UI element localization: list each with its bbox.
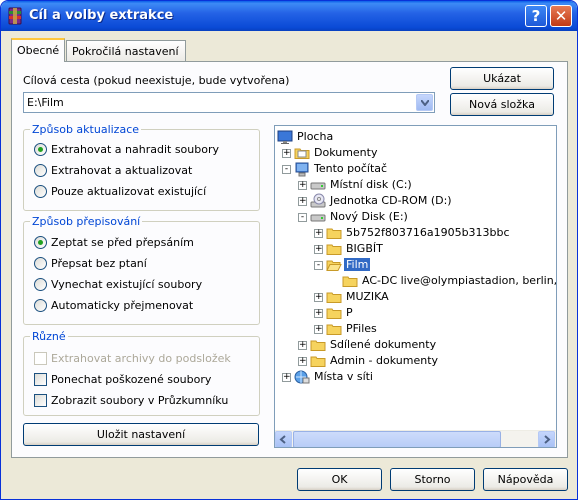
checkbox[interactable]: [34, 394, 47, 407]
collapse-icon[interactable]: -: [282, 165, 291, 174]
save-settings-button[interactable]: Uložit nastavení: [23, 423, 259, 446]
radio-button[interactable]: [34, 143, 47, 156]
folder-icon: [294, 148, 310, 159]
network-icon: [294, 370, 310, 384]
radio-button[interactable]: [34, 257, 47, 270]
tree-item-label: Film: [344, 258, 371, 271]
folder-icon: [326, 228, 342, 239]
window-title: Cíl a volby extrakce: [29, 8, 174, 23]
folder-open-icon: [326, 260, 342, 271]
expand-icon[interactable]: +: [298, 197, 307, 206]
folder-icon: [326, 292, 342, 303]
tree-item-label: PFiles: [346, 322, 377, 335]
tab-general[interactable]: Obecné: [11, 38, 65, 62]
radio-label: Vynechat existující soubory: [51, 278, 203, 291]
tree-item-label: Nový Disk (E:): [330, 210, 408, 223]
expand-icon[interactable]: +: [314, 309, 323, 318]
tree-item-label: P: [346, 306, 353, 319]
tree-item-label: MUZIKA: [346, 290, 389, 303]
horizontal-scrollbar[interactable]: [275, 430, 556, 447]
scrollbar-thumb[interactable]: [293, 431, 501, 447]
expand-icon[interactable]: +: [298, 357, 307, 366]
checkbox[interactable]: [34, 373, 47, 386]
overwrite-mode-title: Způsob přepisování: [30, 215, 143, 228]
dest-path-combo[interactable]: E:\Film: [23, 92, 435, 113]
dest-path-label: Cílová cesta (pokud neexistuje, bude vyt…: [23, 74, 290, 87]
radio-button[interactable]: [34, 299, 47, 312]
extraction-dialog: Cíl a volby extrakce ? ✕ Obecné Pokročil…: [0, 0, 578, 500]
help-title-button[interactable]: ?: [525, 5, 547, 27]
expand-icon[interactable]: +: [282, 149, 291, 158]
folder-tree[interactable]: Plocha + Dokumenty - Tento počítač + Mís…: [274, 125, 557, 448]
tree-item-label: AC-DC live@olympiastadion, berlin, 2: [362, 274, 557, 287]
folder-icon: [310, 340, 326, 351]
help-button[interactable]: Nápověda: [483, 468, 568, 491]
tree-item-label: Místní disk (C:): [330, 178, 412, 191]
expand-icon[interactable]: +: [314, 293, 323, 302]
expand-icon[interactable]: +: [314, 229, 323, 238]
tree-item-label: Místa v síti: [314, 370, 373, 383]
show-button[interactable]: Ukázat: [450, 67, 554, 90]
computer-icon: [295, 162, 309, 177]
scroll-right-icon[interactable]: [538, 431, 555, 447]
misc-group: Různé Extrahovat archivy do podsložek Po…: [23, 330, 260, 416]
radio-label: Zeptat se před přepsáním: [51, 236, 194, 249]
drive-icon: [310, 182, 326, 190]
radio-label: Přepsat bez ptaní: [51, 257, 147, 270]
tab-advanced[interactable]: Pokročilá nastavení: [66, 40, 186, 61]
folder-icon: [342, 276, 358, 287]
checkbox-label: Extrahovat archivy do podsložek: [51, 352, 231, 365]
radio-label: Extrahovat a aktualizovat: [51, 164, 193, 177]
tree-item-label: Admin - dokumenty: [330, 354, 439, 367]
collapse-icon[interactable]: -: [314, 261, 323, 270]
close-button[interactable]: ✕: [550, 5, 572, 27]
radio-button[interactable]: [34, 164, 47, 177]
tree-item-label: Jednotka CD-ROM (D:): [330, 194, 452, 207]
radio-label: Automaticky přejmenovat: [51, 299, 194, 312]
chevron-down-icon[interactable]: [416, 94, 433, 111]
tree-item-label: Tento počítač: [314, 162, 388, 175]
expand-icon[interactable]: +: [282, 373, 291, 382]
scroll-left-icon[interactable]: [275, 431, 292, 447]
tree-item-label: 5b752f803716a1905b313bbc: [346, 226, 510, 239]
folder-icon: [326, 244, 342, 255]
cdrom-icon: [310, 193, 326, 208]
radio-label: Pouze aktualizovat existující: [51, 185, 207, 198]
expand-icon[interactable]: +: [298, 181, 307, 190]
checkbox[interactable]: [34, 352, 47, 365]
new-folder-button[interactable]: Nová složka: [450, 93, 554, 116]
update-mode-group: Způsob aktualizace Extrahovat a nahradit…: [23, 123, 260, 211]
collapse-icon[interactable]: -: [298, 213, 307, 222]
drive-icon: [310, 214, 326, 222]
radio-button[interactable]: [34, 236, 47, 249]
expand-icon[interactable]: +: [298, 341, 307, 350]
winrar-icon: [8, 7, 22, 25]
checkbox-label: Zobrazit soubory v Průzkumníku: [51, 394, 229, 407]
general-tab-panel: Cílová cesta (pokud neexistuje, bude vyt…: [11, 61, 568, 458]
expand-icon[interactable]: +: [314, 325, 323, 334]
expand-icon[interactable]: +: [314, 245, 323, 254]
misc-title: Různé: [30, 330, 68, 343]
folder-icon: [326, 308, 342, 319]
radio-button[interactable]: [34, 185, 47, 198]
cancel-button[interactable]: Storno: [390, 468, 475, 491]
folder-icon: [310, 356, 326, 367]
update-mode-title: Způsob aktualizace: [30, 123, 142, 136]
overwrite-mode-group: Způsob přepisování Zeptat se před přepsá…: [23, 215, 260, 325]
tree-item-label: BIGBÍT: [346, 242, 383, 255]
desktop-icon: [277, 130, 293, 144]
radio-button[interactable]: [34, 278, 47, 291]
tree-item-label: Dokumenty: [314, 146, 378, 159]
title-bar[interactable]: Cíl a volby extrakce ? ✕: [1, 1, 577, 31]
tree-item-label: Sdílené dokumenty: [330, 338, 437, 351]
tree-item-label: Plocha: [297, 130, 334, 143]
ok-button[interactable]: OK: [297, 468, 382, 491]
folder-icon: [326, 324, 342, 335]
checkbox-label: Ponechat poškozené soubory: [51, 373, 212, 386]
radio-label: Extrahovat a nahradit soubory: [51, 143, 220, 156]
dest-path-value: E:\Film: [27, 96, 64, 109]
